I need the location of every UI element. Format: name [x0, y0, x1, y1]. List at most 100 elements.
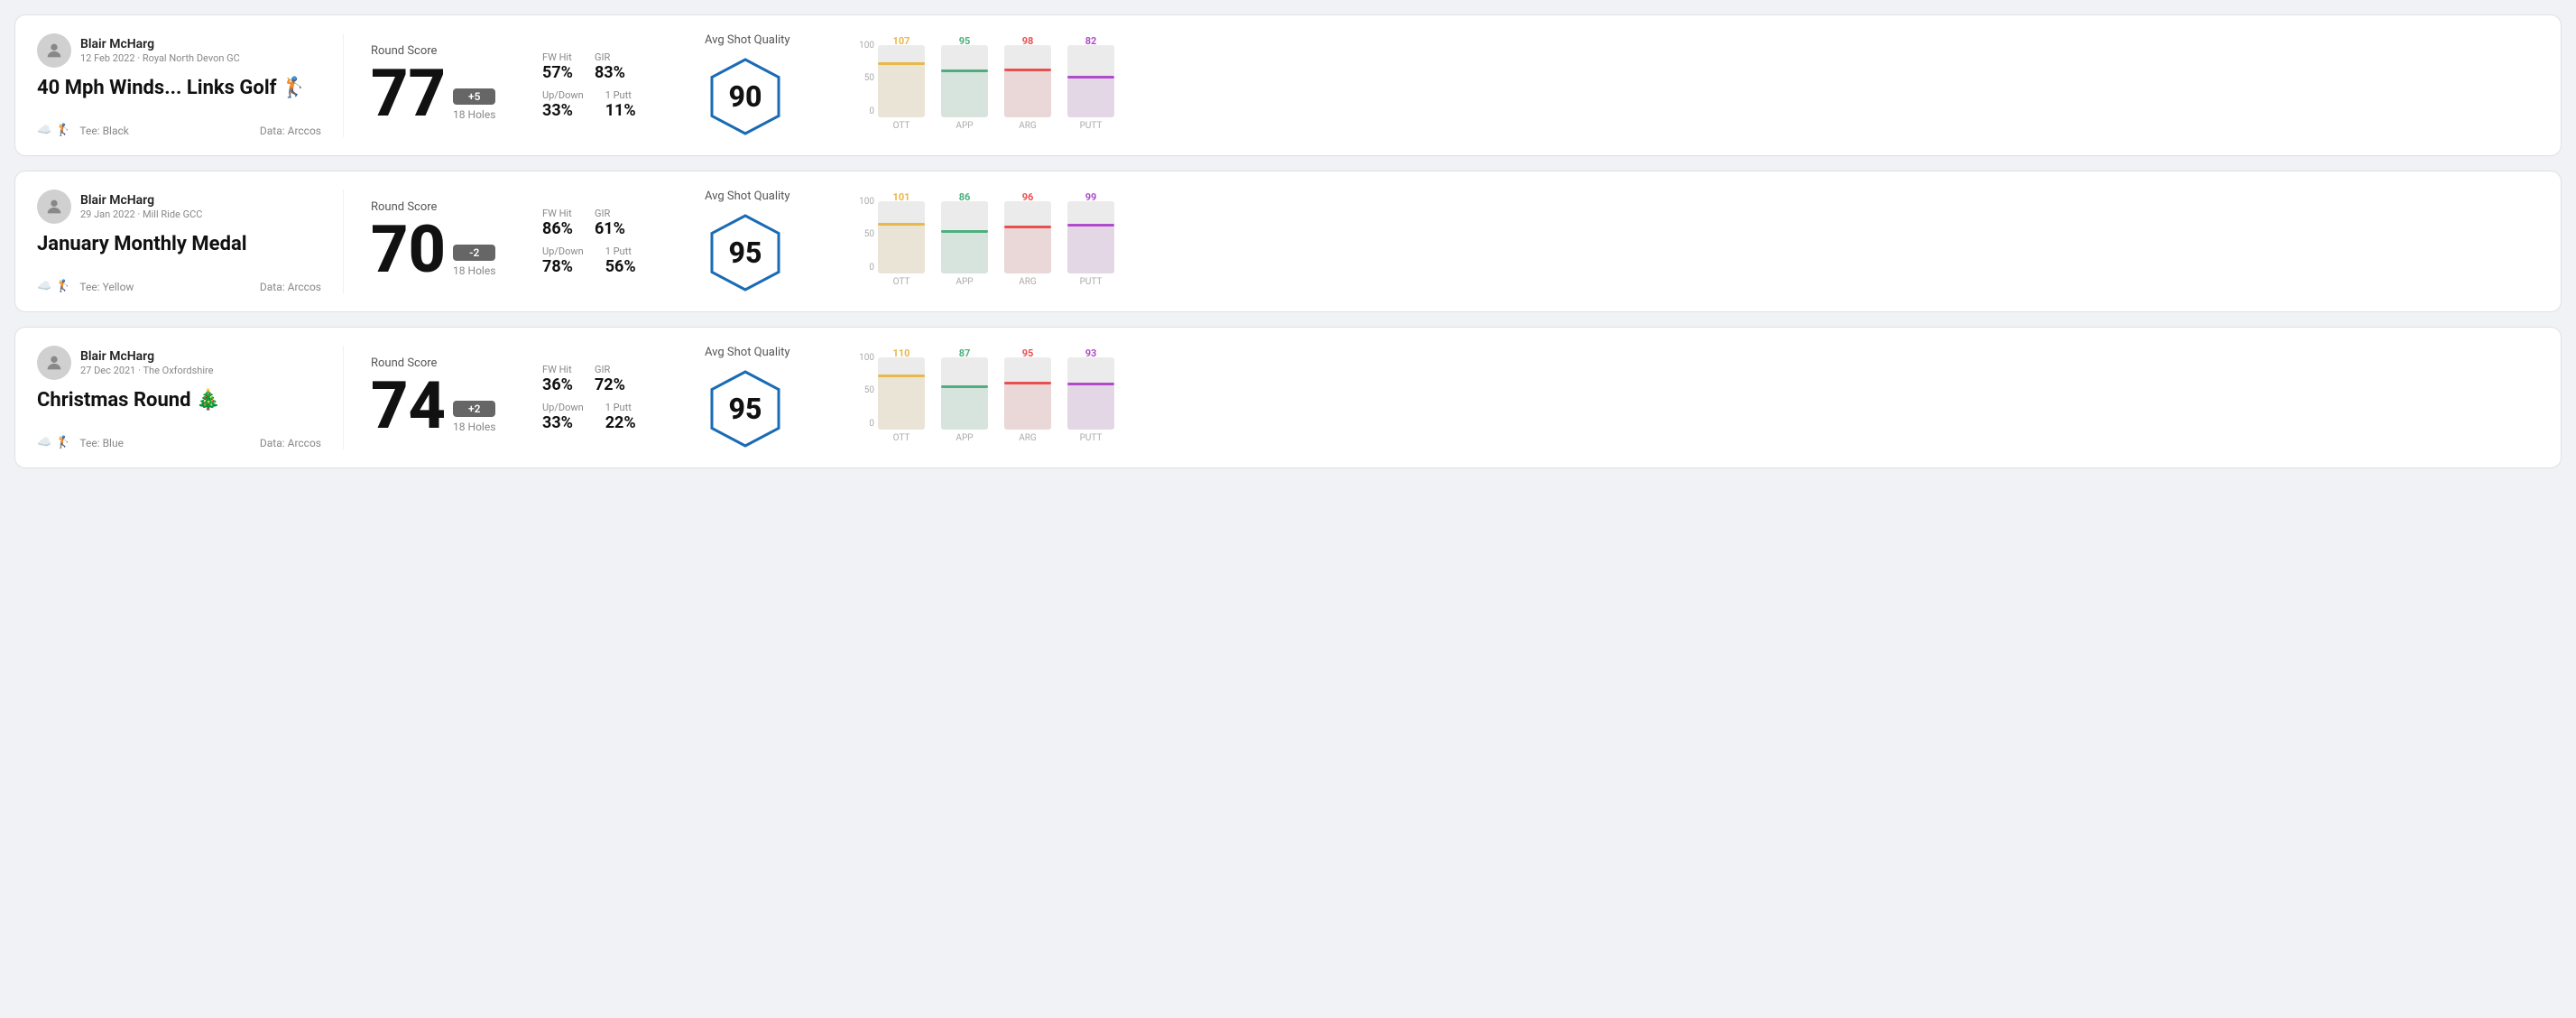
- tee-info: ☁️ 🏌 Tee: Blue Data: Arccos: [37, 436, 321, 449]
- stats-section: FW Hit 86% GIR 61% Up/Down 78% 1 Putt 56…: [524, 190, 687, 293]
- score-number: 74: [371, 374, 446, 439]
- gir-value: 83%: [595, 63, 625, 82]
- y-axis-label: 50: [864, 73, 874, 83]
- chart-section: 100500 110 87: [831, 346, 2539, 449]
- holes-label: 18 Holes: [453, 421, 495, 433]
- one-putt-stat: 1 Putt 22%: [605, 402, 636, 432]
- bar-x-label: ARG: [1004, 277, 1051, 287]
- quality-value: 95: [729, 392, 762, 426]
- bar-x-label: APP: [941, 277, 988, 287]
- y-axis-label: 0: [869, 106, 874, 116]
- bar-group: 86: [941, 187, 988, 273]
- gir-value: 61%: [595, 219, 625, 238]
- bar-x-label: ARG: [1004, 433, 1051, 443]
- bar-x-label: OTT: [878, 121, 925, 131]
- round-card: Blair McHarg 27 Dec 2021 · The Oxfordshi…: [14, 327, 2562, 468]
- stats-section: FW Hit 36% GIR 72% Up/Down 33% 1 Putt 22…: [524, 346, 687, 449]
- updown-value: 33%: [542, 413, 584, 432]
- score-number: 70: [371, 217, 446, 282]
- fw-hit-label: FW Hit: [542, 208, 573, 219]
- one-putt-stat: 1 Putt 56%: [605, 245, 636, 276]
- bar-group: 93: [1067, 343, 1114, 430]
- fw-hit-value: 86%: [542, 219, 573, 238]
- holes-label: 18 Holes: [453, 108, 495, 121]
- round-left-section: Blair McHarg 12 Feb 2022 · Royal North D…: [37, 33, 344, 137]
- holes-label: 18 Holes: [453, 264, 495, 277]
- bar-x-label: OTT: [878, 277, 925, 287]
- bar-x-label: OTT: [878, 433, 925, 443]
- gir-label: GIR: [595, 208, 625, 219]
- bar-x-label: ARG: [1004, 121, 1051, 131]
- round-title: 40 Mph Winds... Links Golf 🏌️: [37, 77, 321, 100]
- updown-label: Up/Down: [542, 402, 584, 413]
- round-left-section: Blair McHarg 27 Dec 2021 · The Oxfordshi…: [37, 346, 344, 449]
- chart-section: 100 50 0 101 86: [831, 190, 2539, 293]
- score-badge: -2: [453, 245, 495, 261]
- avatar: [37, 33, 71, 68]
- score-number: 77: [371, 61, 446, 126]
- quality-label: Avg Shot Quality: [705, 346, 790, 359]
- fw-hit-label: FW Hit: [542, 364, 573, 375]
- quality-section: Avg Shot Quality 90: [687, 33, 831, 137]
- user-name: Blair McHarg: [80, 349, 213, 364]
- y-axis-label: 0: [869, 263, 874, 273]
- weather-icon: ☁️: [37, 280, 51, 293]
- bar-x-label: APP: [941, 433, 988, 443]
- bar-group: 82: [1067, 31, 1114, 117]
- quality-label: Avg Shot Quality: [705, 33, 790, 47]
- tee-info: ☁️ 🏌 Tee: Yellow Data: Arccos: [37, 280, 321, 293]
- user-info: Blair McHarg 29 Jan 2022 · Mill Ride GCC: [37, 190, 321, 224]
- one-putt-label: 1 Putt: [605, 245, 636, 257]
- bar-x-label: PUTT: [1067, 433, 1114, 443]
- bar-group: 87: [941, 343, 988, 430]
- y-axis-label: 100: [859, 197, 874, 207]
- bar-x-label: APP: [941, 121, 988, 131]
- user-info: Blair McHarg 27 Dec 2021 · The Oxfordshi…: [37, 346, 321, 380]
- bar-x-label: PUTT: [1067, 121, 1114, 131]
- gir-stat: GIR 72%: [595, 364, 625, 394]
- quality-value: 95: [729, 236, 762, 270]
- one-putt-value: 11%: [605, 101, 636, 120]
- one-putt-value: 56%: [605, 257, 636, 276]
- tee-label: Tee: Blue: [79, 437, 124, 449]
- fw-hit-stat: FW Hit 86%: [542, 208, 573, 238]
- updown-value: 33%: [542, 101, 584, 120]
- updown-label: Up/Down: [542, 245, 584, 257]
- y-axis-label: 50: [864, 229, 874, 239]
- updown-value: 78%: [542, 257, 584, 276]
- fw-hit-value: 36%: [542, 375, 573, 394]
- bar-group: 99: [1067, 187, 1114, 273]
- updown-stat: Up/Down 33%: [542, 402, 584, 432]
- gir-label: GIR: [595, 51, 625, 63]
- y-axis-label: 50: [864, 385, 874, 395]
- hexagon: 90: [705, 56, 786, 137]
- bar-group: 96: [1004, 187, 1051, 273]
- bar-group: 95: [1004, 343, 1051, 430]
- tee-bag-icon: 🏌: [56, 280, 70, 293]
- y-axis-label: 0: [869, 419, 874, 429]
- bar-group: 110: [878, 343, 925, 430]
- user-name: Blair McHarg: [80, 37, 240, 51]
- chart-section: 100500 107 95: [831, 33, 2539, 137]
- weather-icon: ☁️: [37, 436, 51, 449]
- hexagon: 95: [705, 212, 786, 293]
- tee-info: ☁️ 🏌 Tee: Black Data: Arccos: [37, 124, 321, 137]
- bar-group: 101: [878, 187, 925, 273]
- user-info: Blair McHarg 12 Feb 2022 · Royal North D…: [37, 33, 321, 68]
- one-putt-label: 1 Putt: [605, 89, 636, 101]
- updown-label: Up/Down: [542, 89, 584, 101]
- quality-value: 90: [729, 79, 762, 114]
- gir-stat: GIR 83%: [595, 51, 625, 82]
- weather-icon: ☁️: [37, 124, 51, 137]
- y-axis-label: 100: [859, 41, 874, 51]
- data-source-label: Data: Arccos: [260, 125, 321, 137]
- avatar: [37, 346, 71, 380]
- data-source-label: Data: Arccos: [260, 437, 321, 449]
- score-section: Round Score 70 -2 18 Holes: [344, 190, 524, 293]
- tee-bag-icon: 🏌: [56, 124, 70, 137]
- updown-stat: Up/Down 78%: [542, 245, 584, 276]
- user-date-course: 27 Dec 2021 · The Oxfordshire: [80, 365, 213, 376]
- round-left-section: Blair McHarg 29 Jan 2022 · Mill Ride GCC…: [37, 190, 344, 293]
- fw-hit-stat: FW Hit 57%: [542, 51, 573, 82]
- score-badge: +2: [453, 401, 495, 417]
